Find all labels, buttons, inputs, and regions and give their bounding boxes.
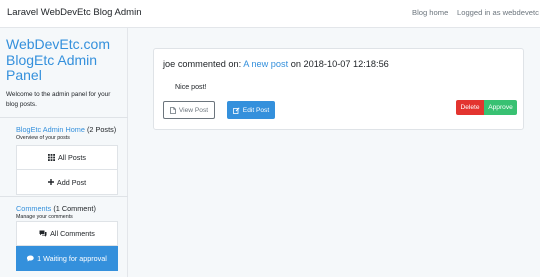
admin-home-link[interactable]: BlogEtc Admin Home	[16, 125, 85, 134]
comment-date: on 2018-10-07 12:18:56	[290, 59, 389, 69]
posts-section-heading: BlogEtc Admin Home (2 Posts)	[16, 125, 116, 134]
comment-post-link[interactable]: A new post	[243, 59, 288, 69]
posts-section-subtitle: Overview of your posts	[16, 135, 70, 141]
sidebar-item-label: 1 Waiting for approval	[37, 253, 107, 263]
view-post-button[interactable]: View Post	[163, 101, 215, 119]
edit-post-label: Edit Post	[242, 106, 270, 114]
comments-section-heading: Comments (1 Comment)	[16, 204, 96, 213]
sidebar-item-label: All Posts	[58, 153, 86, 162]
comment-icon	[27, 255, 34, 262]
comments-section: Comments (1 Comment) Manage your comment…	[0, 196, 128, 277]
view-post-label: View Post	[178, 106, 209, 114]
comments-count: (1 Comment)	[53, 204, 96, 213]
th-icon	[48, 154, 56, 161]
comment-body: Nice post!	[175, 83, 207, 91]
admin-sidebar: WebDevEtc.com BlogEtc Admin Panel Welcom…	[0, 28, 128, 277]
sidebar-item-label: All Comments	[50, 229, 95, 238]
sidebar-item-label: Add Post	[56, 177, 87, 187]
edit-post-button[interactable]: Edit Post	[227, 101, 275, 119]
comments-section-subtitle: Manage your comments	[16, 214, 73, 220]
blog-home-link[interactable]: Blog home	[412, 8, 448, 17]
sidebar-item-add-post[interactable]: Add Post	[16, 170, 118, 195]
comment-card: joe commented on: A new post on 2018-10-…	[153, 48, 524, 130]
sidebar-item-waiting-approval[interactable]: 1 Waiting for approval	[16, 246, 118, 271]
file-icon	[169, 106, 176, 114]
sidebar-item-all-comments[interactable]: All Comments	[16, 221, 118, 246]
comment-header: joe commented on: A new post on 2018-10-…	[163, 59, 389, 69]
comments-link[interactable]: Comments	[16, 204, 51, 213]
top-navbar: Laravel WebDevEtc Blog Admin Blog home L…	[0, 0, 540, 28]
comment-author-text: joe commented on:	[163, 59, 242, 69]
brand-link[interactable]: Laravel WebDevEtc Blog Admin	[7, 7, 141, 18]
delete-comment-button[interactable]: Delete	[456, 100, 484, 115]
comments-icon	[39, 230, 47, 237]
plus-icon	[47, 179, 54, 185]
edit-icon	[232, 106, 240, 114]
sidebar-welcome-text: Welcome to the admin panel for your blog…	[6, 91, 111, 108]
logged-in-user-link[interactable]: Logged in as webdevetc	[457, 8, 539, 17]
sidebar-item-all-posts[interactable]: All Posts	[16, 145, 118, 170]
posts-count: (2 Posts)	[86, 125, 117, 134]
sidebar-title: WebDevEtc.com BlogEtc Admin Panel	[6, 36, 110, 83]
approve-comment-button[interactable]: Approve	[484, 100, 517, 115]
